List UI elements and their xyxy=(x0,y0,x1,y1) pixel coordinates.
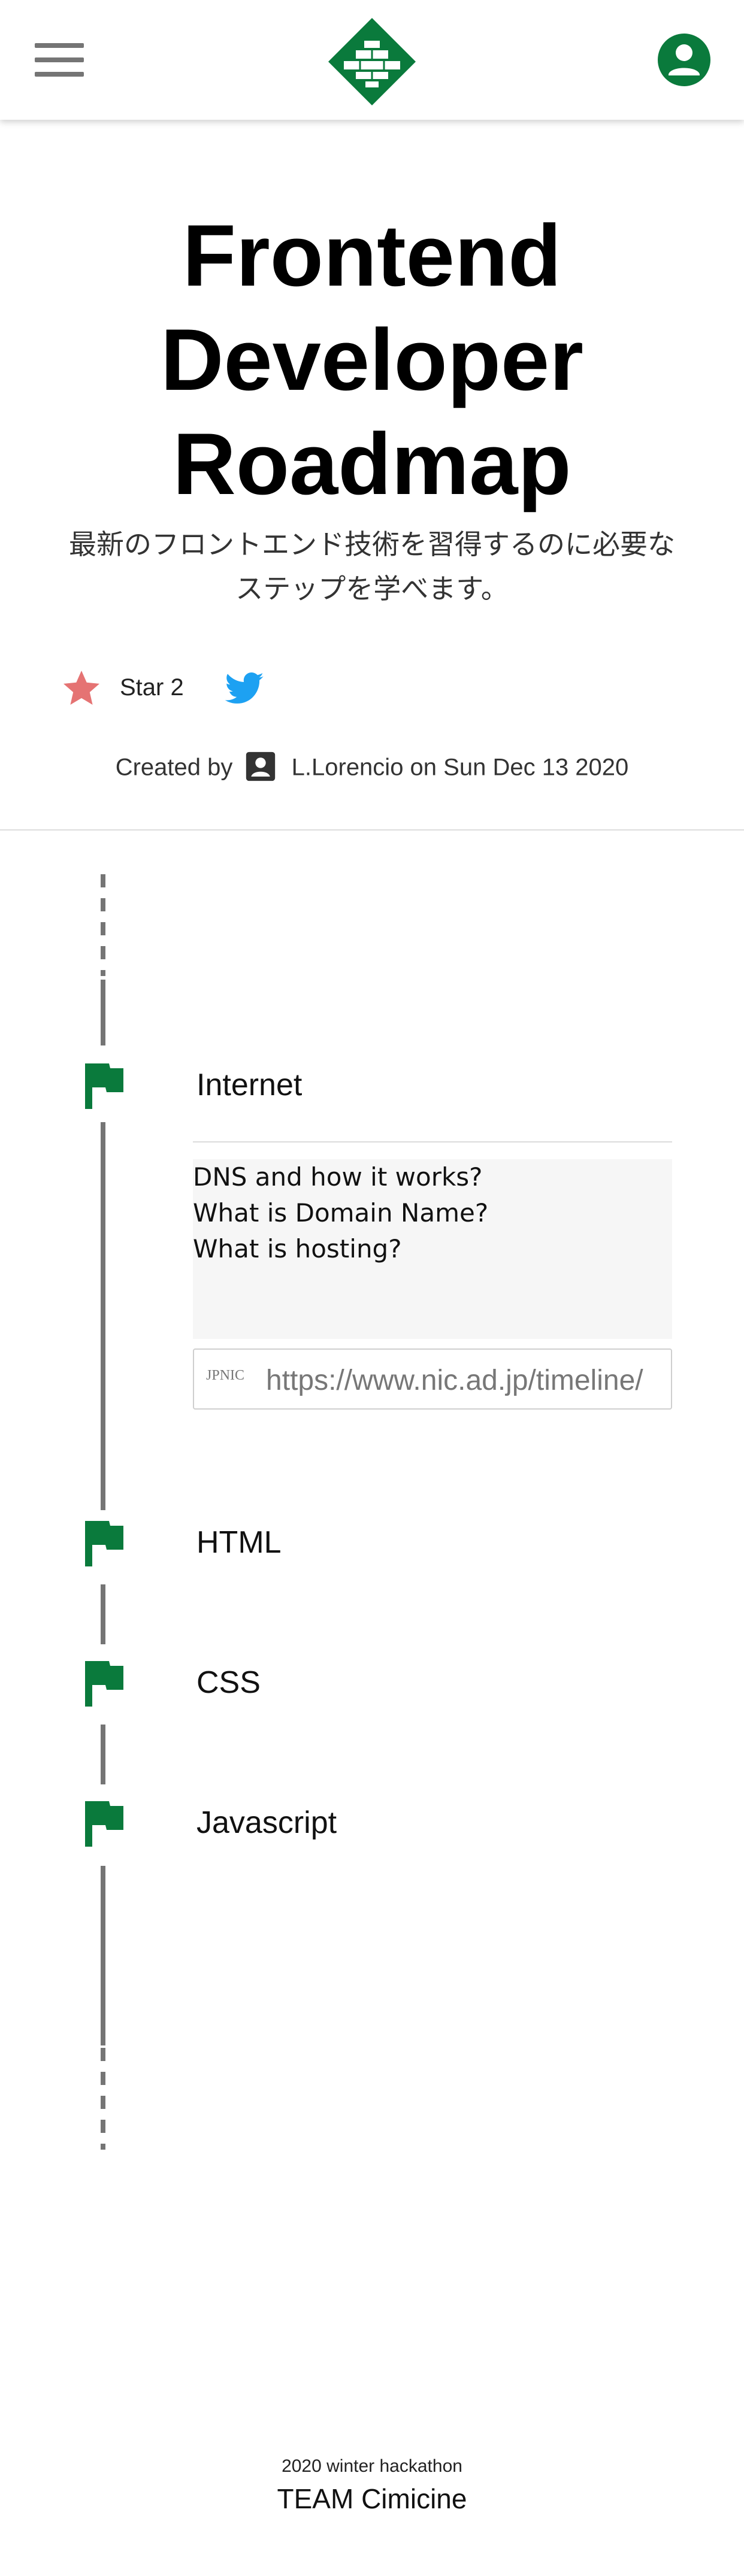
resource-link[interactable]: JPNIC https://www.nic.ad.jp/timeline/ xyxy=(193,1348,672,1410)
title-line-2: Developer xyxy=(161,311,583,408)
subtitle-line-1: 最新のフロントエンド技術を習得するのに必要な xyxy=(69,529,675,560)
page-subtitle: 最新のフロントエンド技術を習得するのに必要な ステップを学べます。 xyxy=(48,522,696,611)
account-box-icon xyxy=(246,751,275,781)
title-line-1: Frontend xyxy=(182,207,562,304)
footer-event: 2020 winter hackathon xyxy=(282,2456,462,2476)
page-title: Frontend Developer Roadmap xyxy=(0,204,744,516)
note-item: What is hosting? xyxy=(193,1234,402,1263)
app-header xyxy=(0,0,744,120)
created-by-label: Created by xyxy=(115,754,233,781)
step-label-css[interactable]: CSS xyxy=(196,1665,261,1701)
subtitle-line-2: ステップを学べます。 xyxy=(235,573,509,604)
account-circle-icon[interactable] xyxy=(657,32,712,87)
timeline-line xyxy=(101,1584,105,1644)
timeline-end-dashes xyxy=(101,2048,105,2150)
resource-link-url[interactable]: https://www.nic.ad.jp/timeline/ xyxy=(266,1364,643,1397)
timeline-line xyxy=(101,1866,105,2045)
timeline-line xyxy=(101,1122,105,1510)
timeline-line xyxy=(101,1725,105,1784)
green-diamond-brick-logo[interactable] xyxy=(327,17,417,107)
star-icon[interactable] xyxy=(60,667,103,710)
step-divider xyxy=(193,1141,672,1142)
flag-icon xyxy=(85,1801,123,1847)
step-label-html[interactable]: HTML xyxy=(196,1525,282,1560)
star-count-label[interactable]: Star 2 xyxy=(120,674,184,701)
header-divider xyxy=(0,829,744,831)
footer-team: TEAM Cimicine xyxy=(277,2483,467,2514)
note-item: What is Domain Name? xyxy=(193,1198,489,1228)
jpnic-favicon-icon: JPNIC xyxy=(206,1368,245,1383)
flag-icon xyxy=(85,1521,123,1566)
created-by-line: Created by L.Lorencio on Sun Dec 13 2020 xyxy=(0,751,744,786)
flag-icon xyxy=(85,1661,123,1707)
flag-icon xyxy=(85,1063,123,1109)
author-and-date[interactable]: L.Lorencio on Sun Dec 13 2020 xyxy=(292,754,629,781)
timeline-start-dashes xyxy=(101,874,105,976)
step-label-javascript[interactable]: Javascript xyxy=(196,1805,337,1841)
title-line-3: Roadmap xyxy=(173,415,571,513)
twitter-icon[interactable] xyxy=(223,668,266,710)
timeline-line xyxy=(101,980,105,1045)
step-label-internet[interactable]: Internet xyxy=(196,1067,302,1103)
hamburger-menu-icon[interactable] xyxy=(35,43,84,77)
note-item: DNS and how it works? xyxy=(193,1162,483,1192)
step-notes: DNS and how it works? What is Domain Nam… xyxy=(193,1159,672,1339)
